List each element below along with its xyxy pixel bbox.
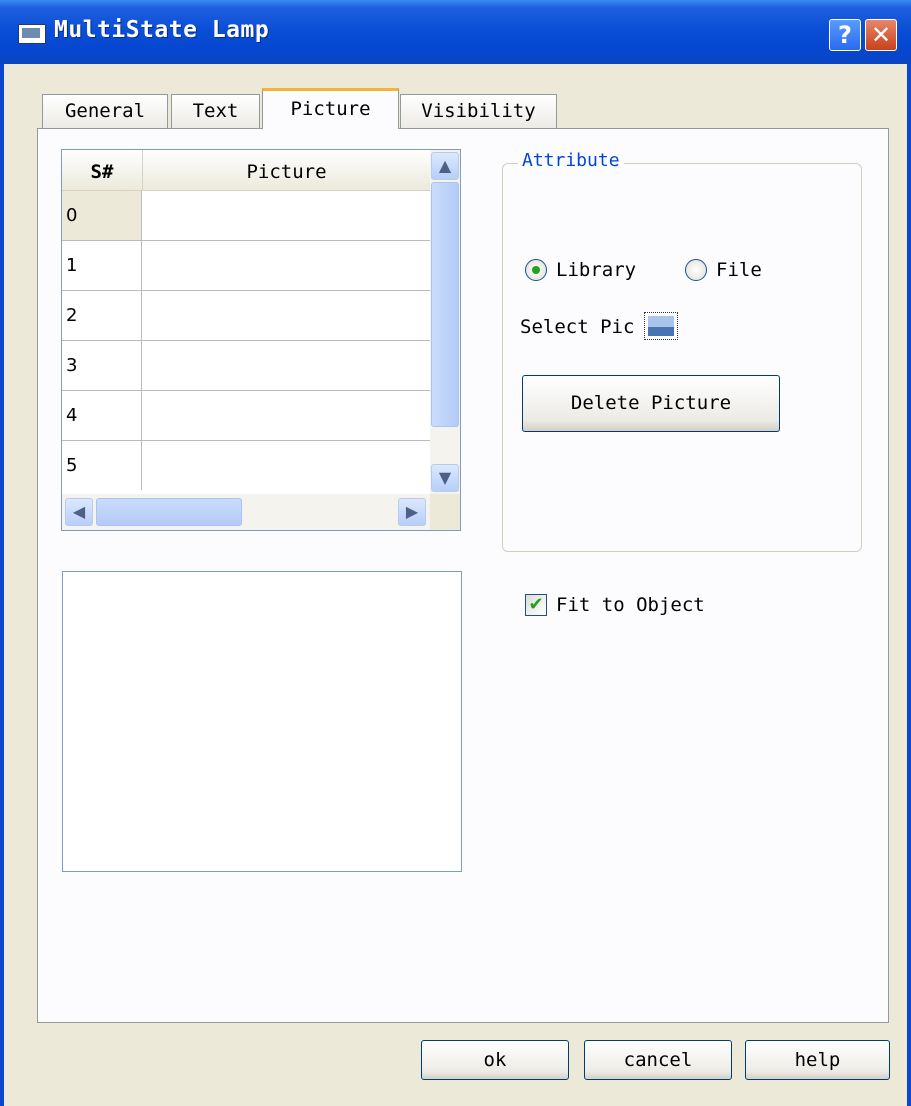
horizontal-scroll-thumb[interactable] (96, 498, 242, 526)
table-header: S# Picture (62, 150, 430, 191)
row-number-cell: 4 (62, 391, 142, 440)
tab-general[interactable]: General (42, 94, 168, 128)
tab-visibility[interactable]: Visibility (400, 94, 557, 128)
picture-preview (62, 571, 462, 872)
delete-picture-button[interactable]: Delete Picture (522, 375, 780, 432)
table-row[interactable]: 5 (62, 441, 430, 491)
picture-table[interactable]: S# Picture 0 1 2 3 4 5 ▲ ▼ ◀ ▶ (61, 149, 461, 531)
column-header-sn[interactable]: S# (62, 150, 143, 190)
fit-to-object-label[interactable]: Fit to Object (556, 594, 705, 616)
scrollbar-corner (430, 494, 460, 530)
vertical-scrollbar[interactable]: ▲ ▼ (430, 150, 460, 494)
window-title: MultiState Lamp (54, 17, 270, 43)
table-row[interactable]: 4 (62, 391, 430, 441)
select-pic-label: Select Pic (520, 316, 635, 338)
table-row[interactable]: 2 (62, 291, 430, 341)
attribute-group-title: Attribute (518, 150, 624, 171)
picture-cell[interactable] (142, 441, 430, 490)
help-title-button[interactable]: ? (829, 19, 861, 51)
fit-to-object-checkbox[interactable]: ✔ (525, 594, 547, 616)
row-number-cell: 5 (62, 441, 142, 490)
scroll-left-icon[interactable]: ◀ (65, 498, 93, 526)
picture-cell[interactable] (142, 391, 430, 440)
cancel-button[interactable]: cancel (584, 1040, 732, 1080)
tab-picture[interactable]: Picture (262, 88, 399, 129)
ok-button[interactable]: ok (421, 1040, 569, 1080)
scroll-up-icon[interactable]: ▲ (431, 152, 459, 180)
picture-cell[interactable] (142, 191, 430, 240)
scroll-down-icon[interactable]: ▼ (431, 464, 459, 492)
column-header-picture[interactable]: Picture (143, 150, 430, 190)
picture-cell[interactable] (142, 341, 430, 390)
title-bar[interactable]: MultiState Lamp ? ✕ (0, 0, 911, 64)
multistate-lamp-dialog: MultiState Lamp ? ✕ General Text Picture… (0, 0, 911, 1106)
help-button[interactable]: help (745, 1040, 890, 1080)
picture-icon[interactable] (644, 312, 678, 340)
file-radio[interactable] (685, 259, 707, 281)
library-radio[interactable] (525, 259, 547, 281)
library-radio-label[interactable]: Library (556, 259, 636, 281)
row-number-cell: 1 (62, 241, 142, 290)
vertical-scroll-thumb[interactable] (431, 182, 459, 427)
horizontal-scrollbar[interactable]: ◀ ▶ (62, 494, 430, 530)
window-icon (18, 24, 46, 44)
attribute-groupbox (502, 163, 862, 552)
tab-text[interactable]: Text (171, 94, 260, 128)
file-radio-label[interactable]: File (716, 259, 762, 281)
scroll-right-icon[interactable]: ▶ (398, 498, 426, 526)
picture-cell[interactable] (142, 291, 430, 340)
row-number-cell: 0 (62, 191, 142, 240)
close-button[interactable]: ✕ (865, 19, 897, 51)
row-number-cell: 3 (62, 341, 142, 390)
row-number-cell: 2 (62, 291, 142, 340)
table-row[interactable]: 3 (62, 341, 430, 391)
picture-cell[interactable] (142, 241, 430, 290)
table-row[interactable]: 0 (62, 191, 430, 241)
table-row[interactable]: 1 (62, 241, 430, 291)
